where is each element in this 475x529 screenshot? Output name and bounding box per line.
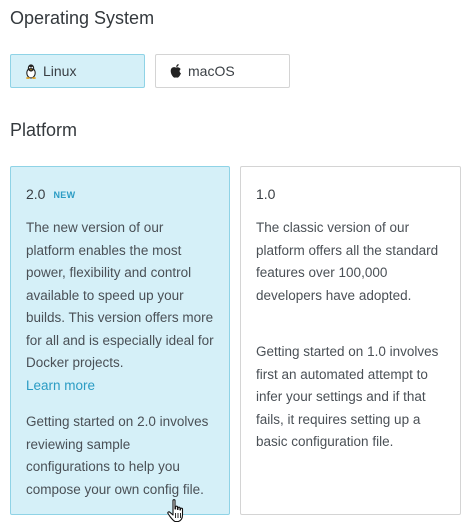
os-option-macos[interactable]: macOS — [155, 54, 290, 88]
platform-card-2-0[interactable]: 2.0 NEW The new version of our platform e… — [10, 166, 230, 515]
card-description-text: The classic version of our platform offe… — [256, 220, 439, 303]
card-version-heading: 1.0 — [256, 183, 445, 205]
card-getting-started-text: Getting started on 1.0 involves first an… — [256, 344, 439, 449]
learn-more-link[interactable]: Learn more — [26, 375, 214, 398]
card-version-heading: 2.0 NEW — [26, 183, 214, 205]
os-option-linux-label: Linux — [43, 63, 77, 79]
card-version-label: 2.0 — [26, 186, 46, 202]
platform-card-1-0[interactable]: 1.0 The classic version of our platform … — [240, 166, 461, 515]
os-option-linux[interactable]: Linux — [10, 54, 145, 88]
os-option-macos-label: macOS — [188, 63, 235, 79]
linux-tux-icon — [23, 63, 39, 79]
hand-pointer-cursor-icon — [166, 498, 188, 524]
new-badge: NEW — [53, 190, 76, 200]
operating-system-title: Operating System — [10, 8, 155, 28]
apple-icon — [168, 63, 184, 79]
card-version-label: 1.0 — [256, 186, 276, 202]
card-description-text: The new version of our platform enables … — [26, 220, 214, 370]
card-getting-started-text: Getting started on 2.0 involves reviewin… — [26, 414, 209, 497]
platform-title: Platform — [10, 120, 78, 140]
card-description: The new version of our platform enables … — [26, 217, 214, 397]
